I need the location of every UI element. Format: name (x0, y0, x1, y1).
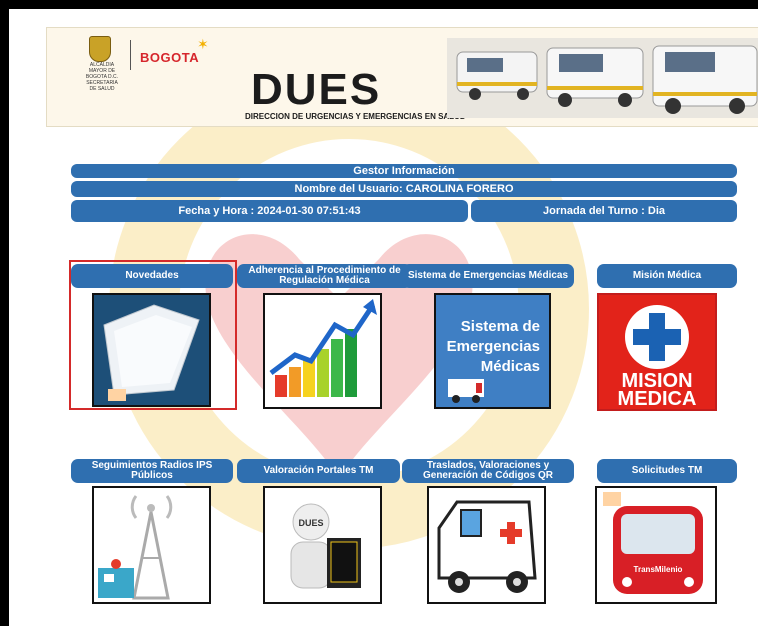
portal-figure-icon[interactable]: DUES (263, 486, 382, 604)
emergency-system-icon[interactable]: Sistema de Emergencias Médicas (434, 293, 551, 409)
header-banner: ALCALDIA MAYOR DE BOGOTA D.C. SECRETARIA… (46, 27, 758, 127)
emergency-image-line1: Sistema de (461, 318, 540, 335)
ambulance-icon[interactable] (427, 486, 546, 604)
ambulance-photo (447, 38, 758, 118)
user-name-bar: Nombre del Usuario: CAROLINA FORERO (71, 181, 737, 197)
tile-label-traslados[interactable]: Traslados, Valoraciones y Generación de … (402, 459, 574, 483)
datetime-bar: Fecha y Hora : 2024-01-30 07:51:43 (71, 200, 468, 222)
tile-label-valoracion-portales[interactable]: Valoración Portales TM (237, 459, 400, 483)
tile-label-novedades[interactable]: Novedades (71, 264, 233, 288)
bus-icon[interactable]: TransMilenio (595, 486, 717, 604)
tile-label-adherencia[interactable]: Adherencia al Procedimiento de Regulació… (237, 264, 412, 288)
page-frame: ALCALDIA MAYOR DE BOGOTA D.C. SECRETARIA… (9, 9, 758, 626)
growth-chart-icon[interactable] (263, 293, 382, 409)
emergency-image-line2: Emergencias (447, 338, 540, 355)
shift-bar: Jornada del Turno : Dia (471, 200, 737, 222)
bogota-logo: BOGOTA (140, 50, 200, 65)
tile-label-mision-medica[interactable]: Misión Médica (597, 264, 737, 288)
gestor-info-bar: Gestor Información (71, 164, 737, 178)
logo-divider (130, 40, 131, 70)
tile-label-seguimientos-radios[interactable]: Seguimientos Radios IPS Públicos (71, 459, 233, 483)
tile-label-solicitudes-tm[interactable]: Solicitudes TM (597, 459, 737, 483)
notebook-icon[interactable] (92, 293, 211, 407)
institution-text: ALCALDIA MAYOR DE BOGOTA D.C. SECRETARIA… (85, 62, 119, 92)
bus-image-text: TransMilenio (634, 565, 683, 574)
medical-mission-icon[interactable]: MISION MEDICA (597, 293, 717, 411)
page-title: DUES (251, 65, 382, 114)
star-icon: ✶ (197, 36, 209, 52)
tile-label-sistema-emergencias[interactable]: Sistema de Emergencias Médicas (402, 264, 574, 288)
page-subtitle: DIRECCION DE URGENCIAS Y EMERGENCIAS EN … (245, 112, 466, 121)
mision-image-line2: MEDICA (618, 388, 697, 409)
radio-tower-icon[interactable] (92, 486, 211, 604)
city-crest-icon (89, 36, 111, 62)
portal-image-text: DUES (298, 518, 323, 528)
emergency-image-line3: Médicas (481, 358, 540, 375)
